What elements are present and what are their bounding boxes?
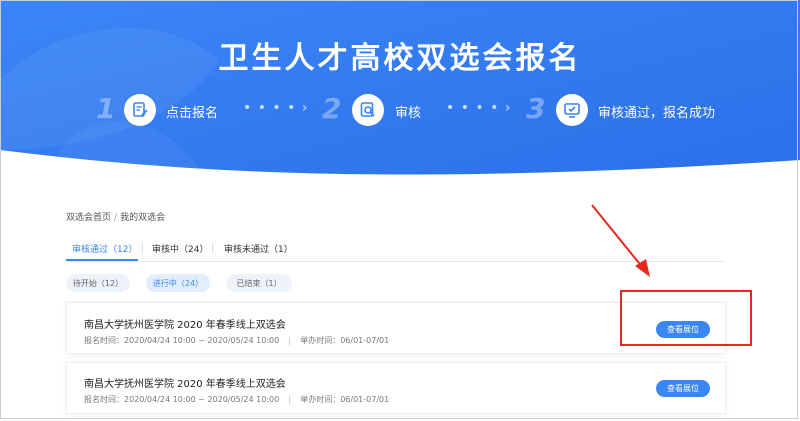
screenshot-border — [0, 0, 798, 419]
